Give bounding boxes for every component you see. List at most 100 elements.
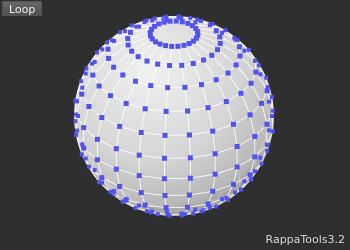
selected-vertex[interactable] bbox=[212, 151, 218, 157]
selected-vertex[interactable] bbox=[155, 61, 161, 67]
selected-vertex[interactable] bbox=[259, 100, 265, 106]
selected-vertex[interactable] bbox=[125, 42, 131, 48]
selected-vertex[interactable] bbox=[236, 44, 242, 50]
selected-vertex[interactable] bbox=[233, 62, 239, 68]
selected-vertex[interactable] bbox=[270, 108, 275, 113]
selected-vertex[interactable] bbox=[134, 24, 139, 29]
selected-vertex[interactable] bbox=[217, 34, 223, 40]
selected-vertex[interactable] bbox=[217, 40, 223, 46]
selected-vertex[interactable] bbox=[249, 177, 254, 182]
selected-vertex[interactable] bbox=[74, 132, 79, 137]
3d-viewport[interactable]: Loop RappaTools3.2 bbox=[0, 0, 350, 250]
selected-vertex[interactable] bbox=[164, 14, 169, 19]
selected-vertex[interactable] bbox=[270, 129, 275, 134]
selected-vertex[interactable] bbox=[252, 133, 258, 139]
selected-vertex[interactable] bbox=[105, 46, 111, 52]
selected-vertex[interactable] bbox=[175, 43, 181, 49]
selected-vertex[interactable] bbox=[80, 85, 85, 90]
selected-vertex[interactable] bbox=[120, 72, 126, 78]
selected-vertex[interactable] bbox=[190, 60, 196, 66]
selected-vertex[interactable] bbox=[73, 119, 78, 124]
selected-vertex[interactable] bbox=[100, 180, 105, 185]
selected-vertex[interactable] bbox=[234, 164, 240, 170]
selected-vertex[interactable] bbox=[162, 132, 168, 138]
selected-vertex[interactable] bbox=[186, 192, 192, 198]
selected-vertex[interactable] bbox=[163, 205, 169, 211]
selected-vertex[interactable] bbox=[117, 123, 123, 129]
selected-vertex[interactable] bbox=[84, 66, 89, 71]
selected-vertex[interactable] bbox=[79, 91, 85, 97]
selected-vertex[interactable] bbox=[125, 36, 131, 42]
selected-vertex[interactable] bbox=[118, 30, 123, 35]
selected-vertex[interactable] bbox=[100, 47, 105, 52]
selected-vertex[interactable] bbox=[264, 88, 270, 94]
selected-vertex[interactable] bbox=[94, 50, 99, 55]
selected-vertex[interactable] bbox=[253, 69, 259, 75]
selected-vertex[interactable] bbox=[155, 212, 160, 217]
selected-vertex[interactable] bbox=[81, 145, 87, 151]
selected-vertex[interactable] bbox=[142, 19, 147, 24]
selected-vertex[interactable] bbox=[187, 175, 193, 181]
selected-vertex[interactable] bbox=[246, 47, 251, 52]
selected-vertex[interactable] bbox=[123, 197, 129, 203]
selected-vertex[interactable] bbox=[257, 63, 262, 68]
selected-vertex[interactable] bbox=[190, 38, 196, 44]
selected-vertex[interactable] bbox=[266, 128, 271, 133]
selected-vertex[interactable] bbox=[99, 115, 105, 121]
selected-vertex[interactable] bbox=[207, 23, 212, 28]
selected-vertex[interactable] bbox=[259, 161, 264, 166]
selected-vertex[interactable] bbox=[242, 48, 247, 53]
selected-vertex[interactable] bbox=[179, 62, 185, 68]
selected-vertex[interactable] bbox=[187, 155, 193, 161]
selected-vertex[interactable] bbox=[185, 204, 191, 210]
selected-vertex[interactable] bbox=[270, 114, 274, 118]
selected-vertex[interactable] bbox=[136, 203, 141, 208]
selected-vertex[interactable] bbox=[111, 64, 117, 70]
selected-vertex[interactable] bbox=[127, 29, 133, 35]
selected-vertex[interactable] bbox=[165, 212, 170, 217]
selected-vertex[interactable] bbox=[252, 169, 257, 174]
selected-vertex[interactable] bbox=[212, 171, 218, 177]
selected-vertex[interactable] bbox=[199, 209, 204, 214]
selected-vertex[interactable] bbox=[198, 82, 204, 88]
selected-vertex[interactable] bbox=[201, 57, 207, 63]
selected-vertex[interactable] bbox=[161, 176, 167, 182]
selected-vertex[interactable] bbox=[148, 210, 153, 215]
selected-vertex[interactable] bbox=[75, 128, 80, 133]
selected-vertex[interactable] bbox=[133, 206, 138, 211]
selected-vertex[interactable] bbox=[191, 211, 196, 216]
selected-vertex[interactable] bbox=[247, 172, 253, 178]
selected-vertex[interactable] bbox=[181, 42, 187, 48]
selected-vertex[interactable] bbox=[238, 187, 243, 192]
selected-vertex[interactable] bbox=[74, 112, 79, 117]
selected-vertex[interactable] bbox=[264, 75, 269, 80]
selected-vertex[interactable] bbox=[142, 202, 148, 208]
selected-vertex[interactable] bbox=[225, 70, 231, 76]
selected-vertex[interactable] bbox=[79, 152, 84, 157]
selected-vertex[interactable] bbox=[230, 121, 236, 127]
selected-vertex[interactable] bbox=[113, 166, 119, 172]
selected-vertex[interactable] bbox=[94, 136, 100, 142]
selected-vertex[interactable] bbox=[210, 128, 216, 134]
selected-vertex[interactable] bbox=[167, 18, 173, 24]
selected-vertex[interactable] bbox=[148, 83, 154, 89]
selected-vertex[interactable] bbox=[123, 100, 129, 106]
selected-vertex[interactable] bbox=[186, 132, 192, 138]
selected-vertex[interactable] bbox=[161, 19, 167, 25]
selected-vertex[interactable] bbox=[185, 20, 191, 26]
selected-vertex[interactable] bbox=[193, 207, 198, 212]
selected-vertex[interactable] bbox=[188, 15, 193, 20]
selected-vertex[interactable] bbox=[113, 146, 119, 152]
selected-vertex[interactable] bbox=[185, 108, 191, 114]
selected-vertex[interactable] bbox=[138, 190, 144, 196]
selected-vertex[interactable] bbox=[214, 204, 219, 209]
selected-vertex[interactable] bbox=[99, 175, 105, 181]
selected-vertex[interactable] bbox=[136, 173, 142, 179]
selected-vertex[interactable] bbox=[258, 72, 263, 77]
selected-vertex[interactable] bbox=[205, 201, 211, 207]
selected-vertex[interactable] bbox=[136, 152, 142, 158]
selected-vertex[interactable] bbox=[265, 148, 270, 153]
selected-vertex[interactable] bbox=[78, 79, 83, 84]
selected-vertex[interactable] bbox=[266, 99, 271, 104]
selected-vertex[interactable] bbox=[186, 41, 192, 47]
